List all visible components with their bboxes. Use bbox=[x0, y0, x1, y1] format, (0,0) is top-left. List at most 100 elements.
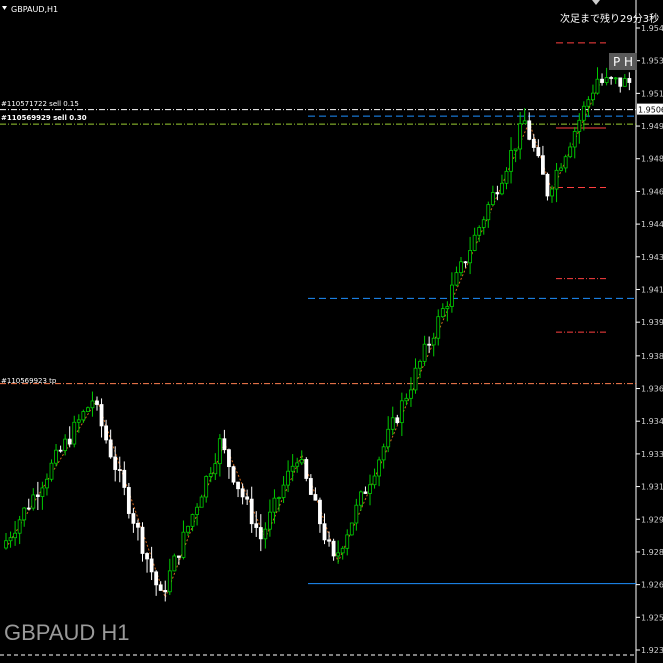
candle-body bbox=[377, 459, 382, 477]
candle-body bbox=[363, 491, 368, 494]
candle-body bbox=[213, 463, 218, 475]
order-label-tp: #110569923 tp bbox=[1, 377, 57, 385]
candle-body bbox=[158, 584, 163, 591]
candle-body bbox=[577, 119, 582, 132]
candle-body bbox=[622, 78, 627, 87]
candle-body bbox=[136, 522, 140, 528]
candle-body bbox=[99, 404, 104, 427]
candle-body bbox=[368, 484, 372, 494]
candle-body bbox=[304, 459, 309, 479]
price-tick-label: 1.92995 bbox=[641, 515, 663, 524]
ph-button[interactable]: P H bbox=[609, 53, 637, 70]
candle-body bbox=[167, 570, 172, 593]
price-tick-label: 1.93990 bbox=[641, 318, 663, 327]
candle-body bbox=[404, 397, 409, 402]
current-price-label: 1.95063 bbox=[638, 106, 663, 115]
candle-body bbox=[604, 77, 609, 83]
candle-body bbox=[500, 182, 504, 195]
candle-body bbox=[217, 438, 222, 465]
price-chart[interactable]: 1.95475 1.95310 1.95145 1.94980 1.94815 1.946… bbox=[0, 0, 663, 663]
candle-body bbox=[149, 558, 154, 573]
candle-body bbox=[286, 470, 291, 486]
candle-body bbox=[427, 343, 432, 346]
price-tick-label: 1.94485 bbox=[641, 220, 663, 229]
candle-body bbox=[277, 497, 281, 499]
candle-body bbox=[386, 428, 391, 448]
price-tick-label: 1.94815 bbox=[641, 155, 663, 164]
candle-body bbox=[254, 523, 259, 528]
candle-body bbox=[436, 316, 441, 339]
candle-body bbox=[609, 77, 614, 79]
candle-body bbox=[345, 534, 350, 549]
candle-body bbox=[54, 449, 58, 464]
candle-body bbox=[527, 120, 532, 140]
candle-body bbox=[595, 78, 600, 94]
candle-body bbox=[17, 519, 22, 534]
price-tick-label: 1.93160 bbox=[641, 483, 663, 492]
price-tick-label: 1.93820 bbox=[641, 352, 663, 361]
candle-body bbox=[267, 511, 272, 530]
price-tick-label: 1.92500 bbox=[641, 613, 663, 622]
candle-body bbox=[45, 478, 49, 489]
candle-body bbox=[58, 449, 63, 452]
candle-body bbox=[486, 204, 491, 221]
candle-body bbox=[445, 306, 450, 309]
candle-body bbox=[35, 494, 40, 497]
candle-body bbox=[413, 367, 418, 391]
candle-body bbox=[522, 120, 527, 125]
shift-marker-icon[interactable] bbox=[592, 0, 600, 5]
candle-body bbox=[186, 525, 190, 533]
candle-body bbox=[67, 438, 72, 445]
candle-body bbox=[318, 499, 322, 525]
candle-body bbox=[440, 308, 445, 318]
candle-body bbox=[449, 284, 454, 307]
candle-body bbox=[349, 522, 354, 536]
candle-body bbox=[399, 400, 404, 424]
candle-body bbox=[418, 360, 422, 369]
candle-body bbox=[358, 491, 363, 506]
price-axis[interactable]: 1.95475 1.95310 1.95145 1.94980 1.94815 1.946… bbox=[636, 24, 663, 655]
candle-body bbox=[154, 571, 159, 586]
candle-body bbox=[372, 475, 377, 486]
candle-body bbox=[140, 526, 145, 554]
candle-body bbox=[568, 146, 573, 158]
candle-body bbox=[495, 192, 500, 195]
candle-body bbox=[4, 540, 8, 549]
svg-text:P H: P H bbox=[613, 55, 633, 69]
candle-body bbox=[336, 552, 341, 557]
candle-body bbox=[618, 77, 623, 87]
candle-body bbox=[63, 438, 68, 451]
candle-body bbox=[454, 272, 459, 286]
candle-body bbox=[545, 173, 550, 197]
price-tick-label: 1.95475 bbox=[641, 24, 663, 33]
candle-body bbox=[431, 337, 436, 346]
candle-body bbox=[122, 469, 127, 488]
candle-body bbox=[26, 507, 31, 510]
candle-body bbox=[459, 261, 463, 274]
candle-body bbox=[117, 469, 122, 471]
price-tick-label: 1.94155 bbox=[641, 285, 663, 294]
candlestick-series bbox=[4, 67, 632, 602]
candle-body bbox=[172, 555, 177, 572]
order-label-sell-015: #110571722 sell 0.15 bbox=[1, 100, 79, 108]
candle-body bbox=[290, 465, 295, 472]
candle-body bbox=[563, 156, 568, 169]
candle-body bbox=[490, 192, 495, 206]
candle-body bbox=[627, 78, 632, 83]
price-tick-label: 1.93490 bbox=[641, 417, 663, 426]
candle-body bbox=[163, 590, 168, 593]
candle-body bbox=[49, 462, 54, 480]
dropdown-arrow-icon[interactable] bbox=[2, 6, 7, 10]
candle-body bbox=[181, 531, 186, 558]
candle-body bbox=[395, 417, 400, 424]
candle-body bbox=[231, 466, 236, 483]
candle-body bbox=[145, 553, 149, 560]
candle-body bbox=[600, 78, 604, 83]
candle-body bbox=[536, 147, 541, 157]
candle-body bbox=[222, 438, 227, 451]
candle-body bbox=[613, 77, 618, 80]
candle-body bbox=[113, 456, 118, 470]
candle-body bbox=[390, 417, 395, 430]
candle-body bbox=[322, 523, 327, 541]
candle-body bbox=[86, 407, 90, 412]
